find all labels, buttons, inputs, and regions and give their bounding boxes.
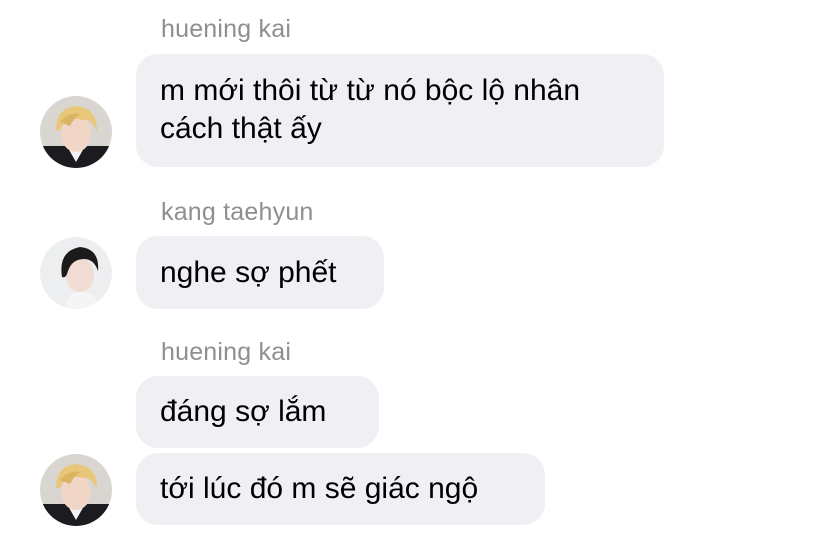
sender-name: kang taehyun	[161, 198, 314, 226]
huening-kai-avatar[interactable]	[40, 454, 112, 526]
message-bubble[interactable]: nghe sợ phết	[136, 236, 384, 309]
message-bubble[interactable]: tới lúc đó m sẽ giác ngộ	[136, 453, 545, 525]
message-bubble[interactable]: đáng sợ lắm	[136, 376, 379, 448]
sender-name: huening kai	[161, 338, 292, 366]
kang-taehyun-avatar[interactable]	[40, 237, 112, 309]
huening-kai-avatar[interactable]	[40, 96, 112, 168]
sender-name: huening kai	[161, 15, 292, 43]
message-bubble[interactable]: m mới thôi từ từ nó bộc lộ nhân cách thậ…	[136, 54, 664, 167]
chat-thread: huening kai m mới thôi từ từ nó bộc lộ n…	[0, 0, 828, 544]
